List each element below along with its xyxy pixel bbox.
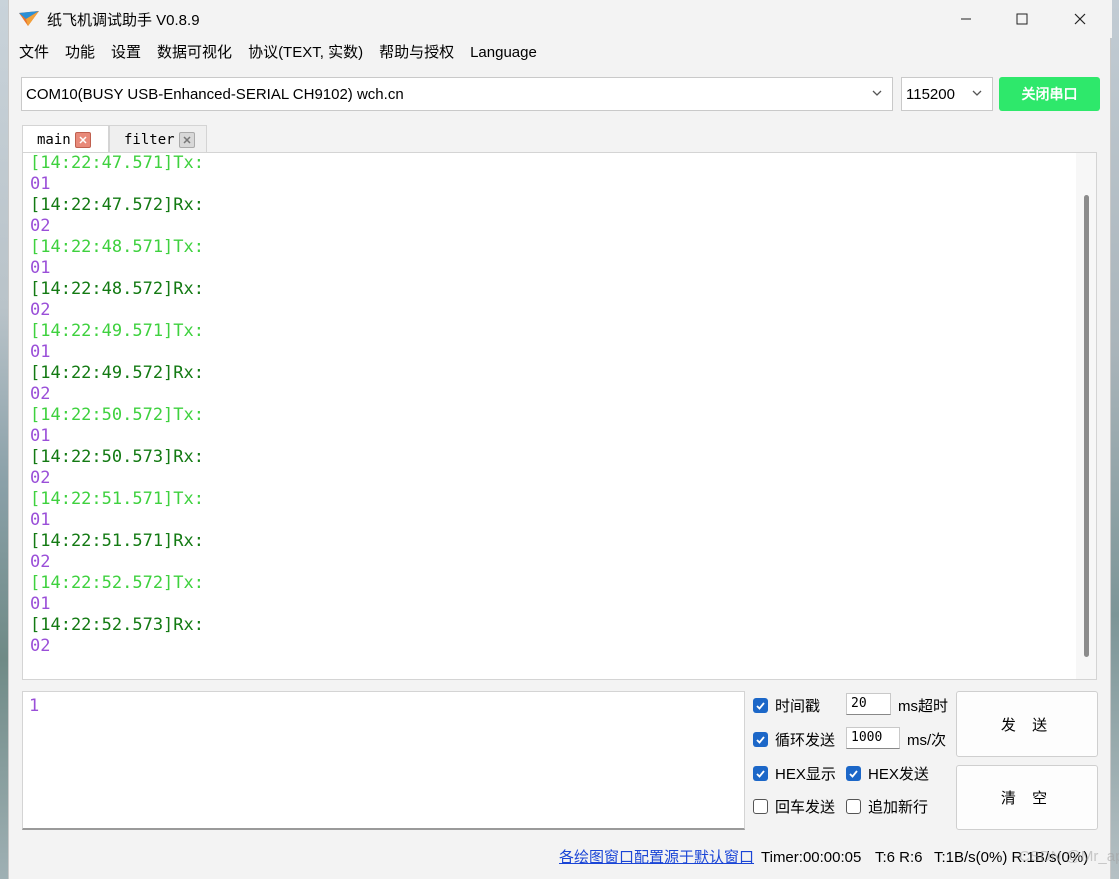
receive-tx-header: [14:22:52.572]Tx: xyxy=(30,573,204,593)
receive-data-line: 01 xyxy=(30,594,51,614)
paper-plane-icon xyxy=(19,11,39,26)
close-icon xyxy=(79,135,87,144)
title-bar: 纸飞机调试助手 V0.8.9 xyxy=(9,0,1112,38)
receive-tx-header: [14:22:51.571]Tx: xyxy=(30,489,204,509)
menu-visualization[interactable]: 数据可视化 xyxy=(149,38,240,68)
checkbox-checked-icon xyxy=(753,698,768,713)
minimize-icon xyxy=(961,18,971,20)
send-button[interactable]: 发 送 xyxy=(956,691,1098,757)
checkbox-unchecked-icon xyxy=(753,799,768,814)
tab-filter-close-button[interactable] xyxy=(178,131,195,148)
receive-log: [14:22:47.571]Tx: 01 [14:22:47.572]Rx: 02 [1… xyxy=(30,153,204,657)
desktop-background-right xyxy=(1111,0,1119,879)
close-icon xyxy=(1074,13,1086,25)
receive-data-line: 02 xyxy=(30,216,51,236)
loop-send-label: 循环发送 xyxy=(775,732,836,749)
menu-help-license[interactable]: 帮助与授权 xyxy=(371,38,462,68)
interval-unit: ms/次 xyxy=(907,732,947,749)
receive-data-line: 02 xyxy=(30,300,51,320)
cr-send-label: 回车发送 xyxy=(775,799,836,816)
menu-protocol[interactable]: 协议(TEXT, 实数) xyxy=(240,38,371,68)
receive-rx-header: [14:22:50.573]Rx: xyxy=(30,447,204,467)
hex-display-label: HEX显示 xyxy=(775,766,836,783)
timeout-unit: ms超时 xyxy=(898,698,948,715)
receive-tx-header: [14:22:48.571]Tx: xyxy=(30,237,204,257)
minimize-button[interactable] xyxy=(937,0,995,38)
baud-rate-select[interactable]: 115200 xyxy=(901,77,993,111)
app-window: 纸飞机调试助手 V0.8.9 文件 功能 设置 数据可视化 协议(TEXT, 实… xyxy=(8,0,1119,879)
tab-filter[interactable]: filter xyxy=(109,125,207,153)
tab-main-label: main xyxy=(37,131,71,148)
tab-main-close-button[interactable] xyxy=(74,131,91,148)
receive-data-line: 01 xyxy=(30,258,51,278)
receive-tx-header: [14:22:47.571]Tx: xyxy=(30,153,204,173)
tab-main[interactable]: main xyxy=(22,125,109,153)
baud-rate-value: 115200 xyxy=(906,85,955,103)
tx-rx-count: T:6 R:6 xyxy=(875,849,923,866)
serial-port-select[interactable]: COM10(BUSY USB-Enhanced-SERIAL CH9102) w… xyxy=(21,77,893,111)
interval-input[interactable]: 1000 xyxy=(846,727,900,749)
receive-scrollbar[interactable] xyxy=(1076,153,1096,679)
receive-data-line: 01 xyxy=(30,174,51,194)
append-newline-checkbox[interactable]: 追加新行 xyxy=(846,796,928,817)
checkbox-checked-icon xyxy=(753,732,768,747)
loop-send-checkbox[interactable]: 循环发送 xyxy=(753,729,835,750)
menu-settings[interactable]: 设置 xyxy=(103,38,149,68)
chevron-down-icon xyxy=(972,90,982,96)
receive-data-line: 01 xyxy=(30,426,51,446)
receive-data-line: 02 xyxy=(30,468,51,488)
receive-data-line: 02 xyxy=(30,636,51,656)
cr-send-checkbox[interactable]: 回车发送 xyxy=(753,796,835,817)
receive-data-line: 01 xyxy=(30,510,51,530)
window-title: 纸飞机调试助手 V0.8.9 xyxy=(47,12,200,29)
receive-rx-header: [14:22:47.572]Rx: xyxy=(30,195,204,215)
receive-rx-header: [14:22:48.572]Rx: xyxy=(30,279,204,299)
timer-readout: Timer:00:00:05 xyxy=(761,849,862,866)
maximize-icon xyxy=(1016,13,1028,25)
menu-function[interactable]: 功能 xyxy=(57,38,103,68)
tab-filter-label: filter xyxy=(124,131,175,148)
timestamp-label: 时间戳 xyxy=(775,698,821,715)
receive-data-line: 02 xyxy=(30,384,51,404)
menu-file[interactable]: 文件 xyxy=(11,38,57,68)
watermark: CSDN @Mr_apple xyxy=(1019,848,1119,865)
receive-data-line: 02 xyxy=(30,552,51,572)
hex-send-checkbox[interactable]: HEX发送 xyxy=(846,763,929,784)
scrollbar-thumb[interactable] xyxy=(1084,195,1089,657)
timeout-input[interactable]: 20 xyxy=(846,693,891,715)
menu-bar: 文件 功能 设置 数据可视化 协议(TEXT, 实数) 帮助与授权 Langua… xyxy=(9,38,1112,68)
receive-rx-header: [14:22:52.573]Rx: xyxy=(30,615,204,635)
chevron-down-icon xyxy=(872,90,882,96)
checkbox-checked-icon xyxy=(846,766,861,781)
checkbox-unchecked-icon xyxy=(846,799,861,814)
receive-area[interactable]: [14:22:47.571]Tx: 01 [14:22:47.572]Rx: 02 [1… xyxy=(22,152,1097,680)
maximize-button[interactable] xyxy=(993,0,1051,38)
hex-send-label: HEX发送 xyxy=(868,766,929,783)
clear-button[interactable]: 清 空 xyxy=(956,765,1098,830)
receive-rx-header: [14:22:49.572]Rx: xyxy=(30,363,204,383)
hex-display-checkbox[interactable]: HEX显示 xyxy=(753,763,836,784)
plot-config-link[interactable]: 各绘图窗口配置源于默认窗口 xyxy=(559,848,754,868)
receive-tx-header: [14:22:49.571]Tx: xyxy=(30,321,204,341)
close-window-button[interactable] xyxy=(1051,0,1109,38)
timestamp-checkbox[interactable]: 时间戳 xyxy=(753,695,820,716)
receive-tx-header: [14:22:50.572]Tx: xyxy=(30,405,204,425)
receive-rx-header: [14:22:51.571]Rx: xyxy=(30,531,204,551)
checkbox-checked-icon xyxy=(753,766,768,781)
close-icon xyxy=(183,135,191,144)
close-port-button[interactable]: 关闭串口 xyxy=(999,77,1100,111)
menu-language[interactable]: Language xyxy=(462,38,545,68)
receive-data-line: 01 xyxy=(30,342,51,362)
send-input[interactable]: 1 xyxy=(22,691,745,830)
serial-port-value: COM10(BUSY USB-Enhanced-SERIAL CH9102) w… xyxy=(26,85,404,103)
append-newline-label: 追加新行 xyxy=(868,799,929,816)
